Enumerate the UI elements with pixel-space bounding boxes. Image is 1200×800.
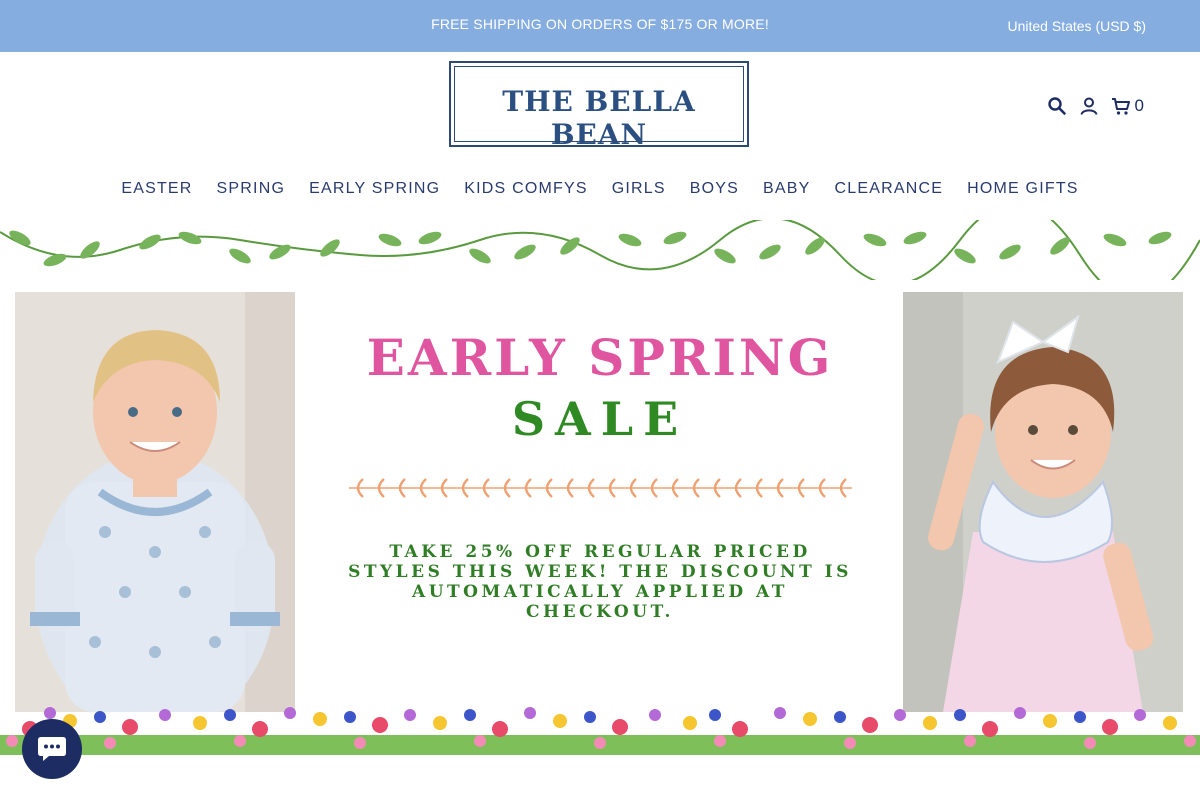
promo-line: STYLES THIS WEEK! THE DISCOUNT IS xyxy=(348,562,852,582)
site-logo[interactable]: THE BELLA BEAN xyxy=(449,61,749,151)
girl-photo xyxy=(903,292,1183,712)
cart-count: 0 xyxy=(1134,96,1144,115)
nav-item-easter[interactable]: EASTER xyxy=(121,180,192,198)
banner-promo-text: TAKE 25% OFF REGULAR PRICED STYLES THIS … xyxy=(320,542,880,622)
hero-banner[interactable]: EARLY SPRING SALE TAKE 25% OFF REGULAR P… xyxy=(0,220,1200,755)
vine-border-top xyxy=(0,220,1200,280)
cart-icon[interactable] xyxy=(1111,96,1131,116)
search-icon[interactable] xyxy=(1047,96,1067,116)
nav-item-clearance[interactable]: CLEARANCE xyxy=(835,180,944,198)
currency-selector[interactable]: United States (USD $) xyxy=(1008,18,1147,34)
account-icon[interactable] xyxy=(1079,96,1099,116)
nav-item-kids-comfys[interactable]: KIDS COMFYS xyxy=(464,180,587,198)
flower-border-bottom xyxy=(0,707,1200,755)
boy-photo xyxy=(15,292,295,712)
nav-item-spring[interactable]: SPRING xyxy=(217,180,286,198)
chat-icon xyxy=(38,737,66,761)
banner-headline: EARLY SPRING xyxy=(366,328,834,387)
nav-item-girls[interactable]: GIRLS xyxy=(612,180,666,198)
header-icons: 0 xyxy=(1047,96,1144,116)
chat-button[interactable] xyxy=(22,719,82,779)
nav-item-boys[interactable]: BOYS xyxy=(690,180,739,198)
logo-text: THE BELLA BEAN xyxy=(502,85,696,151)
promo-line: TAKE 25% OFF REGULAR PRICED xyxy=(389,542,811,562)
leaf-divider xyxy=(349,478,852,498)
banner-sale-label: SALE xyxy=(511,392,689,446)
promo-line: AUTOMATICALLY APPLIED AT xyxy=(412,582,788,602)
nav-item-early-spring[interactable]: EARLY SPRING xyxy=(309,180,440,198)
main-nav: EASTER SPRING EARLY SPRING KIDS COMFYS G… xyxy=(0,180,1200,198)
promo-line: CHECKOUT. xyxy=(526,602,674,622)
announcement-bar: FREE SHIPPING ON ORDERS OF $175 OR MORE!… xyxy=(0,0,1200,52)
nav-item-baby[interactable]: BABY xyxy=(763,180,811,198)
nav-item-home-gifts[interactable]: HOME GIFTS xyxy=(967,180,1079,198)
